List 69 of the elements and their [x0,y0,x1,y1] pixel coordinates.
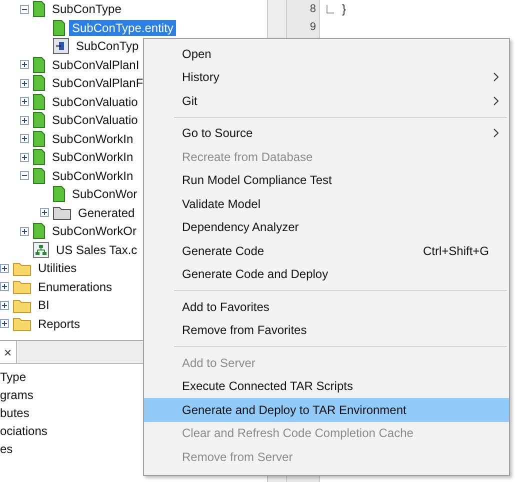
shortcut-label: Ctrl+Shift+G [422,244,489,258]
collapse-icon[interactable] [20,4,29,14]
tree-item[interactable]: SubConWorkOr [49,223,140,240]
expand-icon[interactable] [20,226,29,236]
document-icon [53,20,65,36]
document-icon [33,149,45,166]
expand-icon[interactable] [20,78,29,88]
expand-icon[interactable] [0,264,9,273]
expand-icon[interactable] [20,152,29,162]
tree-item[interactable]: SubConValPlanF [49,75,146,92]
menu-item[interactable]: Git [144,89,509,112]
tree-item[interactable]: SubConWorkIn [49,168,136,184]
menu-item[interactable]: Run Model Compliance Test [144,168,509,192]
document-icon [33,168,45,184]
expand-icon[interactable] [40,208,49,218]
tree-item[interactable]: Utilities [35,260,80,276]
document-icon [33,223,45,240]
expand-icon[interactable] [20,134,29,144]
document-icon [33,1,45,18]
document-icon [53,186,65,202]
document-icon [33,130,45,147]
tree-item[interactable]: SubConType [49,1,124,18]
expand-icon[interactable] [0,300,9,310]
document-icon [33,94,45,110]
folder-icon [53,205,71,220]
menu-item[interactable]: Add to Favorites [144,295,509,318]
tree-item[interactable]: SubConTyp [73,38,142,54]
menu-item[interactable]: Dependency Analyzer [144,216,509,239]
tree-item[interactable]: Generated [75,204,138,221]
expand-icon[interactable] [20,116,29,125]
document-icon [33,75,45,92]
folder-icon [13,316,31,332]
tree-item[interactable]: Reports [35,316,84,332]
menu-item[interactable]: Generate Code Ctrl+Shift+G [144,239,509,262]
code-line: } [341,2,346,16]
menu-item[interactable]: Remove from Favorites [144,318,509,342]
menu-item[interactable]: Generate Code and Deploy [144,262,509,286]
tree-item[interactable]: SubConWorkIn [49,149,136,166]
close-button[interactable]: × [0,341,17,363]
form-icon [53,38,69,54]
expand-icon[interactable] [20,97,29,106]
tree-item[interactable]: SubConValuatio [49,112,141,128]
fold-marker-icon [326,4,334,14]
expand-icon[interactable] [20,60,29,70]
tree-item[interactable]: SubConWor [69,186,140,202]
tree-item[interactable]: BI [35,297,52,314]
menu-item[interactable]: Generate and Deploy to TAR Environment [144,398,509,422]
menu-item[interactable]: Open [144,42,509,66]
expand-icon[interactable] [0,282,9,292]
tree-item[interactable]: US Sales Tax.c [53,242,140,258]
tree-item[interactable]: SubConValPlanI [49,56,142,73]
diagram-icon [33,242,49,258]
folder-icon [13,298,31,313]
collapse-icon[interactable] [20,171,29,180]
tree-item[interactable]: SubConType.entity [69,20,176,36]
menu-item[interactable]: Execute Connected TAR Scripts [144,374,509,398]
menu-item[interactable]: Go to Source [144,122,509,145]
document-icon [33,112,45,128]
tree-item[interactable]: SubConWorkIn [49,130,136,147]
menu-item[interactable]: Validate Model [144,192,509,216]
line-number: 8 [308,2,317,17]
line-number: 9 [308,20,317,35]
document-icon [33,56,45,73]
expand-icon[interactable] [0,319,9,328]
tree-item[interactable]: SubConValuatio [49,94,141,110]
tree-item[interactable]: Enumerations [35,278,116,295]
folder-icon [13,279,31,294]
menu-item[interactable]: History [144,66,509,89]
folder-icon [13,260,31,276]
